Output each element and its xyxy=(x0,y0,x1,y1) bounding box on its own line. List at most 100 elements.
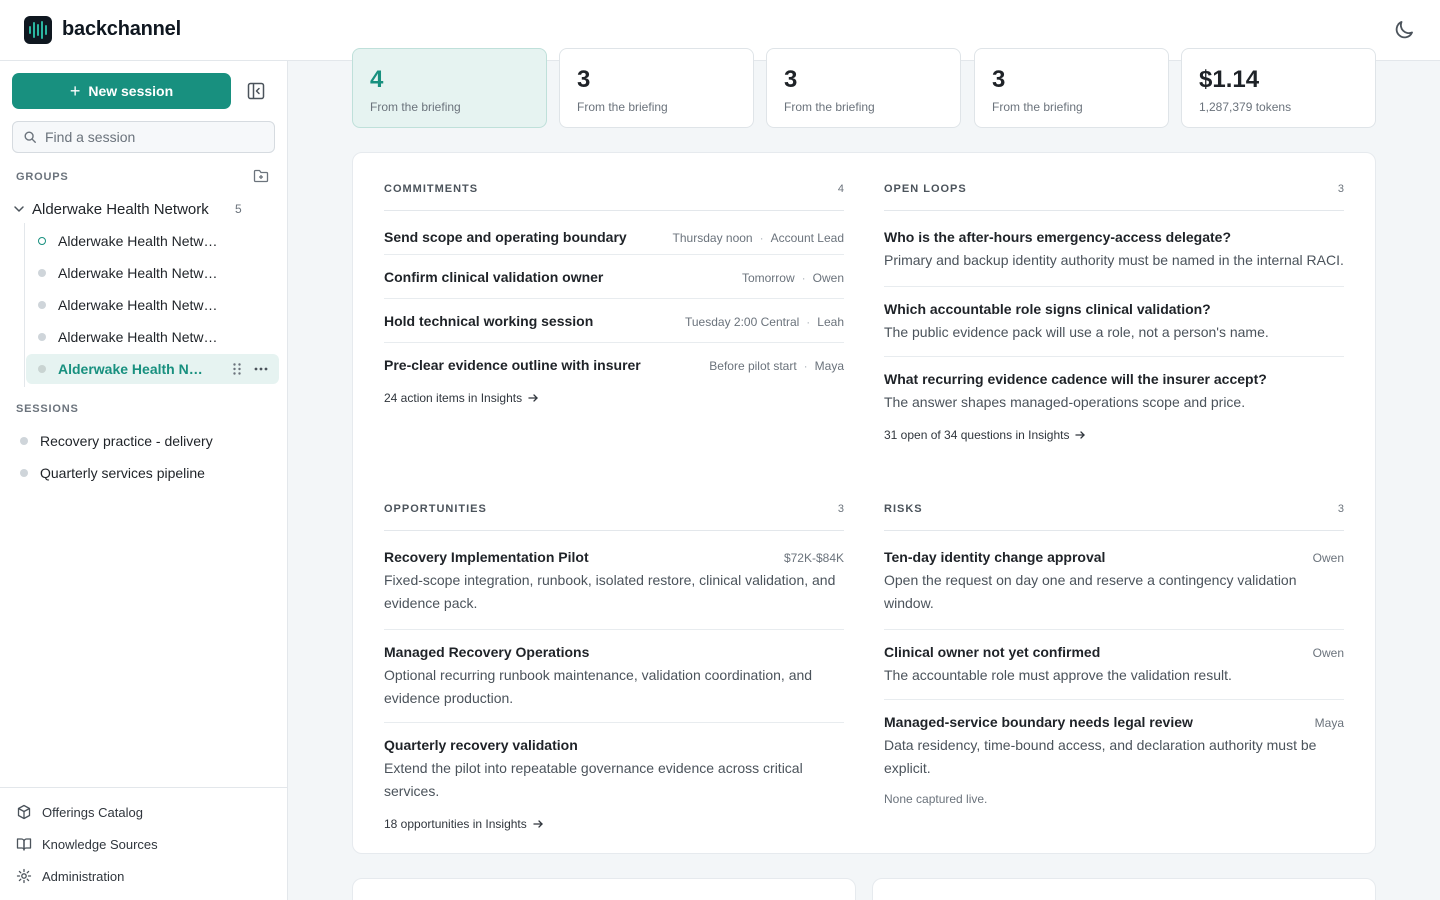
collapse-sidebar-icon[interactable] xyxy=(246,81,266,101)
session-item[interactable]: Recovery practice - delivery xyxy=(12,426,276,456)
commitment-when: Before pilot start xyxy=(709,359,797,373)
risk-row[interactable]: Clinical owner not yet confirmed Owen Th… xyxy=(884,630,1344,700)
bottom-card-left xyxy=(352,878,856,900)
section-count: 3 xyxy=(837,502,844,515)
open-loops-insights-link[interactable]: 31 open of 34 questions in Insights xyxy=(884,428,1086,442)
opportunity-desc: Optional recurring runbook maintenance, … xyxy=(384,667,813,706)
commitment-owner: Maya xyxy=(814,359,844,373)
nav-administration[interactable]: Administration xyxy=(16,868,124,884)
section-header: COMMITMENTS 4 xyxy=(384,161,844,211)
commitment-meta: Thursday noon · Account Lead xyxy=(672,231,844,245)
stat-card-cost[interactable]: $1.14 1,287,379 tokens xyxy=(1181,48,1376,128)
section-title: OPPORTUNITIES xyxy=(384,502,487,515)
commitment-row[interactable]: Confirm clinical validation owner Tomorr… xyxy=(384,255,844,299)
group-session-label: Alderwake Health Network xyxy=(58,329,220,345)
group-session-label: Alderwake Health Network xyxy=(58,265,220,281)
risk-desc: Open the request on day one and reserve … xyxy=(884,572,1297,611)
commitment-owner: Account Lead xyxy=(770,231,844,245)
nav-knowledge-sources[interactable]: Knowledge Sources xyxy=(16,836,158,852)
commitment-row[interactable]: Hold technical working session Tuesday 2… xyxy=(384,299,844,343)
commitment-owner: Owen xyxy=(812,271,844,285)
opportunities-section: OPPORTUNITIES 3 Recovery Implementation … xyxy=(384,481,844,833)
commitment-meta: Before pilot start · Maya xyxy=(709,359,844,373)
open-loop-row[interactable]: Which accountable role signs clinical va… xyxy=(884,287,1344,357)
new-session-button[interactable]: + New session xyxy=(12,73,231,109)
group-session-item[interactable]: Alderwake Health Network xyxy=(26,322,279,352)
commitment-owner: Leah xyxy=(817,315,844,329)
section-title: COMMITMENTS xyxy=(384,182,479,195)
session-item[interactable]: Quarterly services pipeline xyxy=(12,458,276,488)
session-label: Recovery practice - delivery xyxy=(40,433,213,449)
session-status-dot xyxy=(20,469,28,477)
stat-subtext: 1,287,379 tokens xyxy=(1199,100,1292,114)
open-loop-title: Which accountable role signs clinical va… xyxy=(884,301,1211,317)
group-session-item[interactable]: Alderwake Health Network xyxy=(26,258,279,288)
commitments-insights-link[interactable]: 24 action items in Insights xyxy=(384,391,539,405)
opportunities-insights-link[interactable]: 18 opportunities in Insights xyxy=(384,817,544,831)
open-loop-desc: The public evidence pack will use a role… xyxy=(884,324,1269,340)
commitment-row[interactable]: Send scope and operating boundary Thursd… xyxy=(384,211,844,255)
commitment-row[interactable]: Pre-clear evidence outline with insurer … xyxy=(384,343,844,387)
stat-card-opportunities[interactable]: 3 From the briefing xyxy=(766,48,961,128)
group-session-item[interactable]: Alderwake Health Network xyxy=(26,290,279,320)
risk-owner: Maya xyxy=(1314,716,1344,730)
stat-card-commitments[interactable]: 4 From the briefing xyxy=(352,48,547,128)
risk-desc: Data residency, time-bound access, and d… xyxy=(884,737,1317,776)
new-session-label: New session xyxy=(88,83,174,99)
risk-title: Ten-day identity change approval xyxy=(884,549,1106,565)
group-session-item[interactable]: Alderwake Health Network xyxy=(26,226,279,256)
opportunity-row[interactable]: Managed Recovery Operations Optional rec… xyxy=(384,630,844,723)
moon-icon[interactable] xyxy=(1392,18,1416,42)
link-label: 24 action items in Insights xyxy=(384,391,523,405)
risk-row[interactable]: Ten-day identity change approval Owen Op… xyxy=(884,531,1344,630)
nav-offerings-catalog[interactable]: Offerings Catalog xyxy=(16,804,143,820)
app-logo-icon xyxy=(24,16,52,44)
stat-card-risks[interactable]: 3 From the briefing xyxy=(974,48,1169,128)
section-title: RISKS xyxy=(884,502,923,515)
app-brand: backchannel xyxy=(62,18,181,40)
open-loop-title: Who is the after-hours emergency-access … xyxy=(884,229,1231,245)
commitment-meta: Tomorrow · Owen xyxy=(741,271,844,285)
section-header: OPEN LOOPS 3 xyxy=(884,161,1344,211)
more-options-icon[interactable] xyxy=(252,362,270,376)
drag-handle-icon[interactable] xyxy=(232,362,242,376)
arrow-right-icon xyxy=(1075,431,1086,439)
groups-label: GROUPS xyxy=(16,171,69,183)
opportunity-row[interactable]: Quarterly recovery validation Extend the… xyxy=(384,723,844,813)
cube-icon xyxy=(17,804,31,820)
group-count: 5 xyxy=(235,202,242,216)
stat-card-open-loops[interactable]: 3 From the briefing xyxy=(559,48,754,128)
search-field[interactable] xyxy=(12,121,275,153)
open-loop-row[interactable]: Who is the after-hours emergency-access … xyxy=(884,211,1344,287)
commitment-when: Tomorrow xyxy=(741,271,795,285)
search-input[interactable] xyxy=(45,129,265,145)
opportunity-row[interactable]: Recovery Implementation Pilot $72K-$84K … xyxy=(384,531,844,630)
link-label: 18 opportunities in Insights xyxy=(384,817,527,831)
group-session-item-active[interactable]: Alderwake Health Network xyxy=(26,354,279,384)
opportunity-title: Quarterly recovery validation xyxy=(384,737,578,753)
risk-row[interactable]: Managed-service boundary needs legal rev… xyxy=(884,700,1344,790)
session-status-dot xyxy=(20,437,28,445)
new-folder-icon[interactable] xyxy=(253,168,269,184)
book-icon xyxy=(16,838,32,851)
risks-note: None captured live. xyxy=(884,792,988,806)
commitments-section: COMMITMENTS 4 Send scope and operating b… xyxy=(384,161,844,407)
section-header: RISKS 3 xyxy=(884,481,1344,531)
tree-line xyxy=(24,223,25,387)
briefing-card: COMMITMENTS 4 Send scope and operating b… xyxy=(352,152,1376,854)
open-loops-section: OPEN LOOPS 3 Who is the after-hours emer… xyxy=(884,161,1344,444)
section-header: OPPORTUNITIES 3 xyxy=(384,481,844,531)
section-title: OPEN LOOPS xyxy=(884,182,967,195)
opportunity-desc: Fixed-scope integration, runbook, isolat… xyxy=(384,572,836,611)
commitment-meta: Tuesday 2:00 Central · Leah xyxy=(685,315,844,329)
search-icon xyxy=(24,131,36,143)
commitment-when: Tuesday 2:00 Central xyxy=(685,315,800,329)
group-alderwake[interactable]: Alderwake Health Network 5 xyxy=(12,197,276,221)
risk-owner: Owen xyxy=(1312,551,1344,565)
arrow-right-icon xyxy=(528,394,538,402)
risk-owner: Owen xyxy=(1312,646,1344,660)
open-loop-row[interactable]: What recurring evidence cadence will the… xyxy=(884,357,1344,424)
section-count: 3 xyxy=(1337,182,1344,195)
stat-subtext: From the briefing xyxy=(370,100,461,114)
opportunity-value: $72K-$84K xyxy=(783,551,844,565)
